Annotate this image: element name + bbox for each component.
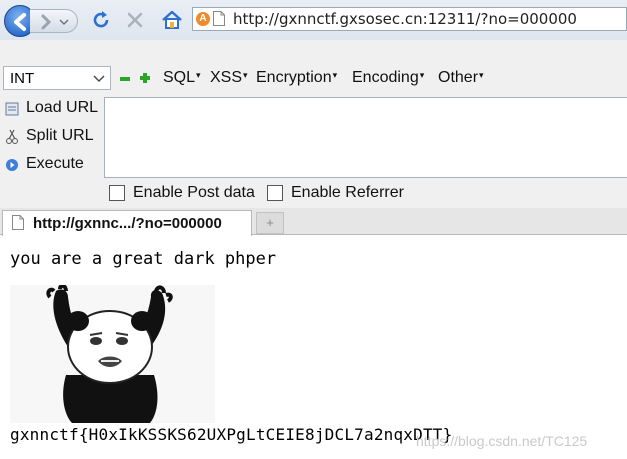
chevron-down-icon — [93, 75, 105, 82]
play-icon — [6, 159, 18, 171]
page-icon — [213, 11, 225, 26]
site-identity-icon[interactable]: A — [196, 12, 210, 26]
navigation-toolbar: A — [0, 0, 627, 40]
reload-button[interactable] — [90, 9, 112, 31]
menu-encoding[interactable]: Encoding▾ — [352, 69, 424, 87]
stop-button[interactable] — [124, 9, 146, 31]
decrease-icon[interactable] — [120, 76, 130, 82]
close-icon — [127, 12, 143, 28]
page-message: you are a great dark phper — [10, 249, 277, 269]
tab-strip: http://gxnnc.../?no=000000 + — [0, 208, 627, 236]
address-bar[interactable]: A — [192, 7, 627, 31]
checkbox-box[interactable] — [109, 185, 125, 201]
checkbox-box[interactable] — [267, 185, 283, 201]
load-url-button[interactable]: Load URL — [0, 97, 104, 123]
url-textarea[interactable] — [104, 97, 627, 178]
type-select-value: INT — [10, 70, 35, 87]
page-icon — [12, 215, 24, 230]
increase-icon[interactable] — [140, 73, 150, 83]
forward-dropdown-icon — [41, 14, 69, 30]
menu-encryption[interactable]: Encryption▾ — [256, 69, 337, 87]
page-content: you are a great dark phper gxnnctf{H0xIk… — [0, 236, 627, 459]
menu-other[interactable]: Other▾ — [438, 69, 484, 87]
panda-meme-image — [10, 285, 215, 423]
hackbar-panel: INT SQL▾ XSS▾ Encryption▾ Encoding▾ Othe… — [0, 40, 627, 208]
reload-icon — [93, 11, 109, 28]
tab-active[interactable]: http://gxnnc.../?no=000000 — [2, 210, 252, 236]
hackbar-toolbar: INT SQL▾ XSS▾ Encryption▾ Encoding▾ Othe… — [0, 60, 627, 94]
tab-title: http://gxnnc.../?no=000000 — [33, 215, 222, 232]
type-select[interactable]: INT — [3, 66, 111, 90]
home-icon — [162, 10, 182, 29]
execute-button[interactable]: Execute — [0, 153, 104, 179]
split-url-button[interactable]: Split URL — [0, 125, 104, 151]
menu-xss[interactable]: XSS▾ — [210, 69, 248, 87]
scissors-icon — [6, 129, 18, 144]
menu-sql[interactable]: SQL▾ — [163, 69, 201, 87]
new-tab-button[interactable]: + — [256, 212, 284, 234]
home-button[interactable] — [160, 8, 184, 32]
url-input[interactable] — [233, 9, 623, 29]
flag-text: gxnnctf{H0xIkKSSKS62UXPgLtCEIE8jDCL7a2nq… — [10, 425, 453, 444]
watermark: https://blog.csdn.net/TC125 — [416, 433, 588, 449]
forward-button[interactable] — [30, 9, 78, 33]
load-url-icon — [5, 102, 19, 116]
